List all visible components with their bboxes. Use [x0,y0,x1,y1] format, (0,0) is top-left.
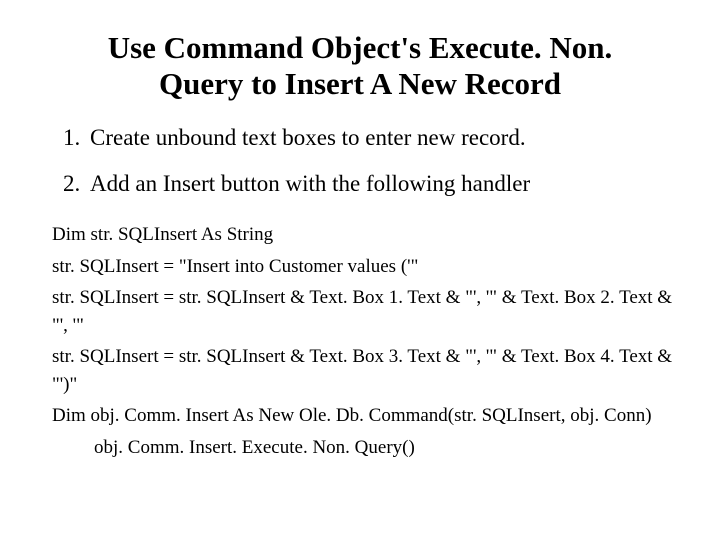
code-line: str. SQLInsert = str. SQLInsert & Text. … [52,343,676,398]
step-item: Create unbound text boxes to enter new r… [86,123,676,153]
code-line: str. SQLInsert = str. SQLInsert & Text. … [52,284,676,339]
code-line: obj. Comm. Insert. Execute. Non. Query() [94,434,676,462]
slide-title: Use Command Object's Execute. Non. Query… [64,30,656,101]
step-item: Add an Insert button with the following … [86,169,676,199]
code-line: Dim obj. Comm. Insert As New Ole. Db. Co… [52,402,676,430]
steps-list: Create unbound text boxes to enter new r… [60,123,676,199]
code-block: Dim str. SQLInsert As String str. SQLIns… [52,221,676,461]
code-line: Dim str. SQLInsert As String [52,221,676,249]
code-line: str. SQLInsert = "Insert into Customer v… [52,253,676,281]
slide: Use Command Object's Execute. Non. Query… [0,0,720,540]
